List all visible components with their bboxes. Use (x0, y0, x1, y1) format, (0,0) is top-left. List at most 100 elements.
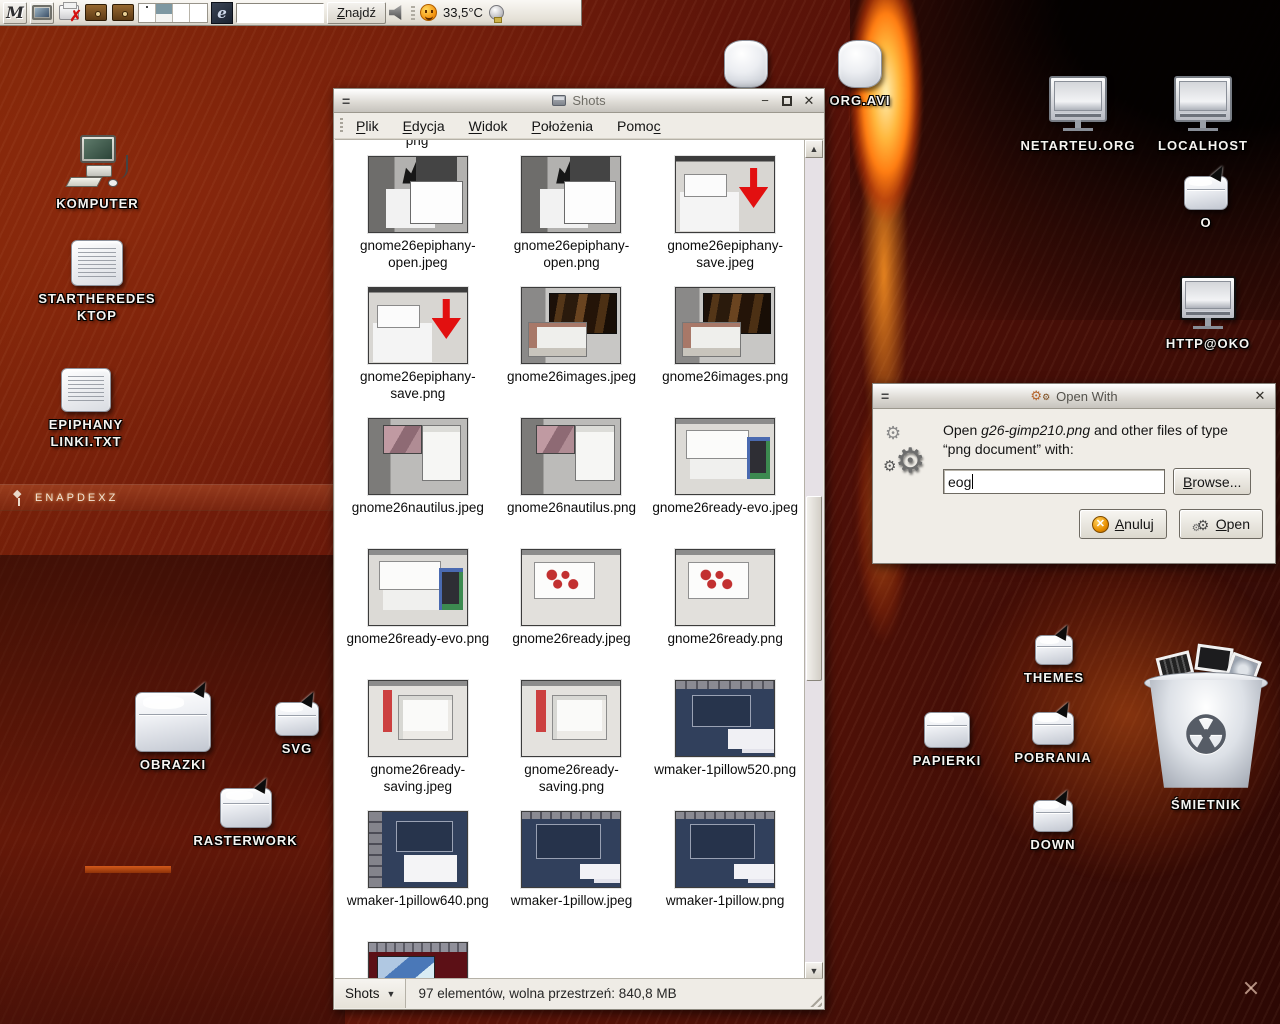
dialog-menu-button[interactable]: = (881, 391, 889, 401)
desktop-icon-komputer[interactable]: KOMPUTER (40, 135, 155, 212)
file-name: gnome26epiphany-open.png (496, 237, 646, 271)
file-item[interactable]: wmaker-1pillow.jpeg (495, 808, 649, 939)
workspace-1[interactable] (139, 4, 156, 22)
printer-launcher[interactable] (57, 2, 81, 24)
file-item[interactable]: gnome26nautilus.jpeg (341, 415, 495, 546)
dialog-titlebar[interactable]: = ⚙⚙ Open With ✕ (873, 384, 1275, 409)
top-panel: M e Znajdź 33,5°C (0, 0, 582, 26)
desktop-icon-org-avi[interactable]: ORG.AVI (828, 40, 892, 109)
volume-icon[interactable] (389, 5, 406, 20)
desktop-icon-themes[interactable]: THEMES (1016, 635, 1092, 686)
window-title-icon (552, 95, 566, 106)
file-item[interactable]: gnome26ready-saving.jpeg (341, 677, 495, 808)
desktop-icon-papierki[interactable]: PAPIERKI (903, 712, 991, 769)
file-name: gnome26ready-saving.png (496, 761, 646, 795)
file-thumbnail (521, 811, 621, 888)
workspace-4[interactable] (190, 4, 207, 22)
workspace-pager[interactable] (138, 3, 208, 23)
desktop-icon-o[interactable]: O (1180, 176, 1232, 231)
find-button[interactable]: Znajdź (327, 2, 386, 24)
file-thumbnail (368, 156, 468, 233)
desktop-icon-epiphany-linki[interactable]: EPIPHANY LINKI.TXT (30, 368, 142, 450)
wallpaper-band: ENAPDEXZ (0, 484, 333, 511)
mozilla-launcher[interactable]: M (3, 2, 27, 24)
application-input[interactable]: eog (943, 469, 1165, 494)
file-item[interactable]: gnome26epiphany-open.jpeg (341, 153, 495, 284)
file-item[interactable]: gnome26ready.png (648, 546, 802, 677)
desktop-icon-smietnik[interactable]: ☢ ŚMIETNIK (1133, 652, 1279, 813)
dialog-close-button[interactable]: ✕ (1253, 389, 1267, 403)
file-item[interactable]: gnome26images.jpeg (495, 284, 649, 415)
file-item[interactable]: gnome26ready-saving.png (495, 677, 649, 808)
browse-button[interactable]: Browse... (1173, 468, 1251, 495)
file-item[interactable] (341, 939, 495, 980)
file-thumbnail (368, 549, 468, 626)
file-name: gnome26ready-evo.png (347, 630, 490, 647)
cancel-icon: ✕ (1092, 516, 1109, 533)
file-thumbnail (675, 156, 775, 233)
desktop-icon-svg[interactable]: SVG (262, 702, 332, 757)
file-item[interactable]: gnome26epiphany-save.jpeg (648, 153, 802, 284)
lightbulb-icon[interactable] (489, 5, 504, 20)
file-name: gnome26ready.jpeg (512, 630, 630, 647)
scrollbar-thumb[interactable] (806, 496, 822, 681)
display-launcher[interactable] (30, 2, 54, 24)
file-name: wmaker-1pillow.jpeg (511, 892, 633, 909)
file-item[interactable]: wmaker-1pillow520.png (648, 677, 802, 808)
desktop-icon-down[interactable]: DOWN (1014, 800, 1092, 853)
file-thumbnail (675, 811, 775, 888)
folder-icon (1035, 635, 1073, 665)
drawer-launcher-2[interactable] (111, 2, 135, 24)
desktop-icon-httpoko[interactable]: HTTP@OKO (1158, 276, 1258, 352)
panel-search-input[interactable] (236, 3, 324, 23)
file-item[interactable]: wmaker-1pillow.png (648, 808, 802, 939)
file-item[interactable]: gnome26images.png (648, 284, 802, 415)
desktop-icon-localhost[interactable]: LOCALHOST (1148, 76, 1258, 154)
file-item[interactable]: gnome26epiphany-open.png (495, 153, 649, 284)
file-item[interactable]: gnome26ready-evo.jpeg (648, 415, 802, 546)
file-item[interactable]: gnome26nautilus.png (495, 415, 649, 546)
dialog-message: Open g26-gimp210.png and other files of … (943, 421, 1243, 459)
desktop-icon-netarteu-org[interactable]: NETARTEU.ORG (1022, 76, 1134, 154)
window-menu-button[interactable]: = (342, 96, 350, 106)
location-dropdown[interactable]: Shots▼ (335, 979, 406, 1008)
open-button[interactable]: ⚙⚙Open (1179, 509, 1263, 539)
file-item[interactable]: gnome26ready.jpeg (495, 546, 649, 677)
desktop-icon-label: OBRAZKI (140, 756, 206, 773)
file-item[interactable]: gnome26ready-evo.png (341, 546, 495, 677)
resize-grip[interactable] (807, 992, 822, 1007)
workspace-2[interactable] (156, 4, 173, 22)
file-name: gnome26images.png (662, 368, 788, 385)
vertical-scrollbar[interactable]: ▲ ▼ (804, 140, 823, 980)
window-titlebar[interactable]: = Shots − ✕ (334, 89, 824, 113)
desktop-icon-file[interactable] (722, 40, 770, 88)
minimize-button[interactable]: − (758, 94, 772, 108)
menu-plik[interactable]: Plik (356, 118, 379, 134)
desktop-icon-rasterwork[interactable]: RASTERWORK (188, 788, 303, 849)
cancel-button[interactable]: ✕Anuluj (1079, 509, 1167, 539)
folder-icon (924, 712, 970, 748)
panel-separator (411, 6, 415, 20)
file-item[interactable]: gnome26epiphany-save.png (341, 284, 495, 415)
printer-disabled-icon (59, 5, 79, 20)
scroll-up-button[interactable]: ▲ (805, 140, 823, 158)
epiphany-launcher[interactable]: e (211, 2, 233, 24)
dialog-filename: g26-gimp210.png (981, 422, 1090, 438)
folder-icon (275, 702, 319, 736)
menu-edycja[interactable]: Edycja (403, 118, 445, 134)
menu-widok[interactable]: Widok (469, 118, 508, 134)
menu-pomoc[interactable]: Pomoc (617, 118, 661, 134)
desktop-icon-pobrania[interactable]: POBRANIA (1008, 712, 1098, 766)
desktop-icon-obrazki[interactable]: OBRAZKI (118, 692, 228, 773)
file-thumbnail (675, 287, 775, 364)
scrollbar-trough[interactable] (805, 158, 823, 962)
close-button[interactable]: ✕ (802, 94, 816, 108)
file-thumbnail (675, 680, 775, 757)
file-item[interactable]: wmaker-1pillow640.png (341, 808, 495, 939)
desktop-icon-startheredesktop[interactable]: STARTHEREDES KTOP (38, 240, 156, 324)
drawer-launcher-1[interactable] (84, 2, 108, 24)
workspace-3[interactable] (173, 4, 190, 22)
menu-położenia[interactable]: Położenia (532, 118, 594, 134)
chevron-down-icon: ▼ (387, 989, 396, 999)
maximize-button[interactable] (782, 96, 792, 106)
